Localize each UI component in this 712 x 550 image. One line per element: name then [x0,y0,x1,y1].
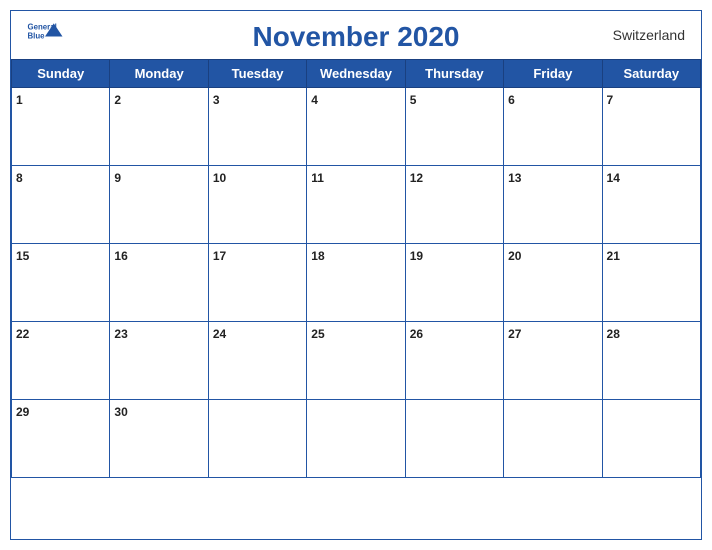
header-friday: Friday [504,60,602,88]
day-number: 8 [16,171,23,185]
day-number: 20 [508,249,521,263]
calendar-day-cell [602,400,700,478]
header-tuesday: Tuesday [208,60,306,88]
country-label: Switzerland [613,27,685,43]
day-number: 9 [114,171,121,185]
calendar-day-cell: 18 [307,244,405,322]
header-wednesday: Wednesday [307,60,405,88]
calendar-day-cell: 5 [405,88,503,166]
calendar-day-cell: 26 [405,322,503,400]
calendar-container: General Blue November 2020 Switzerland S… [10,10,702,540]
calendar-grid: Sunday Monday Tuesday Wednesday Thursday… [11,59,701,478]
day-number: 3 [213,93,220,107]
calendar-day-cell: 4 [307,88,405,166]
calendar-day-cell: 25 [307,322,405,400]
calendar-day-cell: 21 [602,244,700,322]
calendar-day-cell [307,400,405,478]
calendar-day-cell: 29 [12,400,110,478]
calendar-day-cell [208,400,306,478]
calendar-day-cell: 20 [504,244,602,322]
day-number: 5 [410,93,417,107]
calendar-day-cell: 8 [12,166,110,244]
calendar-day-cell: 15 [12,244,110,322]
calendar-day-cell: 30 [110,400,208,478]
calendar-day-cell: 17 [208,244,306,322]
day-number: 14 [607,171,620,185]
day-number: 18 [311,249,324,263]
svg-text:Blue: Blue [28,31,46,40]
calendar-week-row: 15 16 17 18 19 20 21 [12,244,701,322]
weekday-header-row: Sunday Monday Tuesday Wednesday Thursday… [12,60,701,88]
day-number: 7 [607,93,614,107]
calendar-day-cell: 22 [12,322,110,400]
calendar-day-cell: 6 [504,88,602,166]
day-number: 15 [16,249,29,263]
general-blue-logo-icon: General Blue [27,19,63,47]
calendar-day-cell: 23 [110,322,208,400]
day-number: 28 [607,327,620,341]
day-number: 19 [410,249,423,263]
day-number: 26 [410,327,423,341]
calendar-day-cell: 14 [602,166,700,244]
day-number: 10 [213,171,226,185]
header-monday: Monday [110,60,208,88]
calendar-day-cell: 1 [12,88,110,166]
day-number: 22 [16,327,29,341]
day-number: 21 [607,249,620,263]
calendar-day-cell [504,400,602,478]
calendar-day-cell: 10 [208,166,306,244]
day-number: 27 [508,327,521,341]
calendar-week-row: 1 2 3 4 5 6 7 [12,88,701,166]
calendar-week-row: 22 23 24 25 26 27 28 [12,322,701,400]
calendar-day-cell: 2 [110,88,208,166]
calendar-day-cell: 11 [307,166,405,244]
month-title: November 2020 [252,21,459,53]
day-number: 25 [311,327,324,341]
calendar-week-row: 8 9 10 11 12 13 14 [12,166,701,244]
calendar-day-cell: 9 [110,166,208,244]
day-number: 16 [114,249,127,263]
calendar-week-row: 29 30 [12,400,701,478]
calendar-day-cell: 12 [405,166,503,244]
day-number: 29 [16,405,29,419]
day-number: 17 [213,249,226,263]
calendar-day-cell: 13 [504,166,602,244]
day-number: 11 [311,171,324,185]
day-number: 12 [410,171,423,185]
day-number: 13 [508,171,521,185]
calendar-day-cell [405,400,503,478]
header-saturday: Saturday [602,60,700,88]
logo-area: General Blue [27,19,63,47]
calendar-day-cell: 3 [208,88,306,166]
calendar-header: General Blue November 2020 Switzerland [11,11,701,59]
day-number: 24 [213,327,226,341]
day-number: 23 [114,327,127,341]
calendar-day-cell: 7 [602,88,700,166]
day-number: 6 [508,93,515,107]
calendar-day-cell: 28 [602,322,700,400]
calendar-day-cell: 24 [208,322,306,400]
header-sunday: Sunday [12,60,110,88]
day-number: 4 [311,93,318,107]
header-thursday: Thursday [405,60,503,88]
calendar-day-cell: 16 [110,244,208,322]
calendar-day-cell: 19 [405,244,503,322]
day-number: 30 [114,405,127,419]
day-number: 2 [114,93,121,107]
day-number: 1 [16,93,23,107]
calendar-day-cell: 27 [504,322,602,400]
